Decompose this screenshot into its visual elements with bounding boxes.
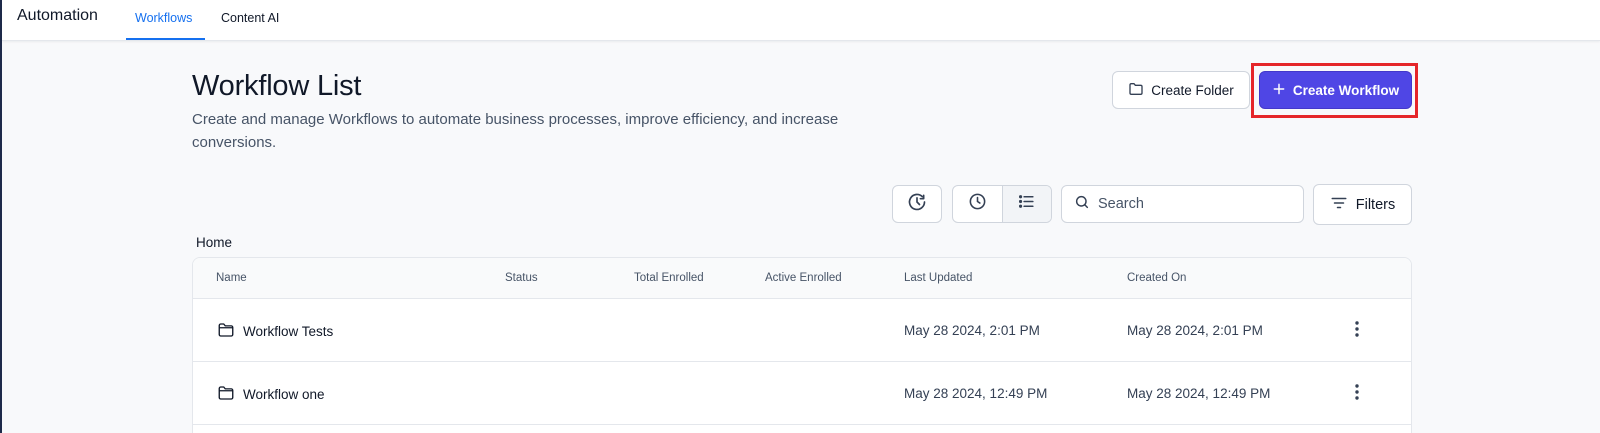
- create-folder-button[interactable]: Create Folder: [1112, 71, 1250, 109]
- more-vertical-icon: [1355, 320, 1359, 342]
- row-last-updated: May 28 2024, 12:49 PM: [904, 386, 1048, 401]
- folder-icon: [217, 321, 235, 342]
- search-input[interactable]: [1098, 196, 1288, 212]
- row-name-cell[interactable]: Workflow Tests: [217, 321, 333, 342]
- window-edge: [0, 0, 2, 433]
- app-title: Automation: [17, 7, 98, 24]
- column-header-status[interactable]: Status: [505, 272, 538, 284]
- recent-view-button[interactable]: [953, 186, 1002, 222]
- column-header-name[interactable]: Name: [216, 272, 247, 284]
- list-view-button[interactable]: [1001, 186, 1051, 222]
- create-workflow-label: Create Workflow: [1292, 82, 1400, 98]
- folder-icon: [1128, 81, 1144, 100]
- column-header-created-on[interactable]: Created On: [1127, 272, 1186, 284]
- row-name: Workflow one: [243, 387, 325, 402]
- tab-active-indicator: [126, 38, 205, 40]
- column-header-last-updated[interactable]: Last Updated: [904, 272, 972, 284]
- filter-icon: [1330, 194, 1348, 216]
- create-folder-label: Create Folder: [1151, 82, 1234, 98]
- row-created-on: May 28 2024, 12:49 PM: [1127, 386, 1271, 401]
- tab-content-ai[interactable]: Content AI: [221, 11, 279, 25]
- breadcrumb[interactable]: Home: [196, 235, 232, 250]
- create-workflow-button[interactable]: Create Workflow: [1259, 71, 1412, 109]
- view-toggle: [952, 185, 1052, 223]
- plus-icon: [1272, 82, 1286, 99]
- search-box[interactable]: [1061, 185, 1304, 223]
- table-row[interactable]: Workflow one May 28 2024, 12:49 PM May 2…: [193, 362, 1411, 425]
- row-more-button[interactable]: [1349, 320, 1365, 342]
- clock-icon: [968, 192, 987, 216]
- row-name-cell[interactable]: Workflow one: [217, 384, 325, 405]
- column-header-active-enrolled[interactable]: Active Enrolled: [765, 272, 842, 284]
- row-name: Workflow Tests: [243, 324, 334, 339]
- table-row[interactable]: Workflow Tests May 28 2024, 2:01 PM May …: [193, 299, 1411, 362]
- filters-label: Filters: [1355, 196, 1396, 213]
- column-header-total-enrolled[interactable]: Total Enrolled: [634, 272, 704, 284]
- row-last-updated: May 28 2024, 2:01 PM: [904, 323, 1040, 338]
- page-description: Create and manage Workflows to automate …: [192, 111, 839, 151]
- list-view-icon: [1017, 192, 1036, 216]
- top-nav: Automation Workflows Content AI: [2, 0, 1600, 41]
- row-more-button[interactable]: [1349, 383, 1365, 405]
- tab-workflows[interactable]: Workflows: [135, 11, 192, 25]
- more-vertical-icon: [1355, 383, 1359, 405]
- folder-icon: [217, 384, 235, 405]
- row-created-on: May 28 2024, 2:01 PM: [1127, 323, 1263, 338]
- page-title: Workflow List: [192, 70, 362, 102]
- workflow-table: Name Status Total Enrolled Active Enroll…: [192, 257, 1412, 433]
- search-icon: [1074, 194, 1090, 215]
- filters-button[interactable]: Filters: [1313, 184, 1412, 225]
- table-header: Name Status Total Enrolled Active Enroll…: [193, 258, 1411, 299]
- history-icon: [907, 192, 927, 217]
- history-button[interactable]: [892, 185, 942, 223]
